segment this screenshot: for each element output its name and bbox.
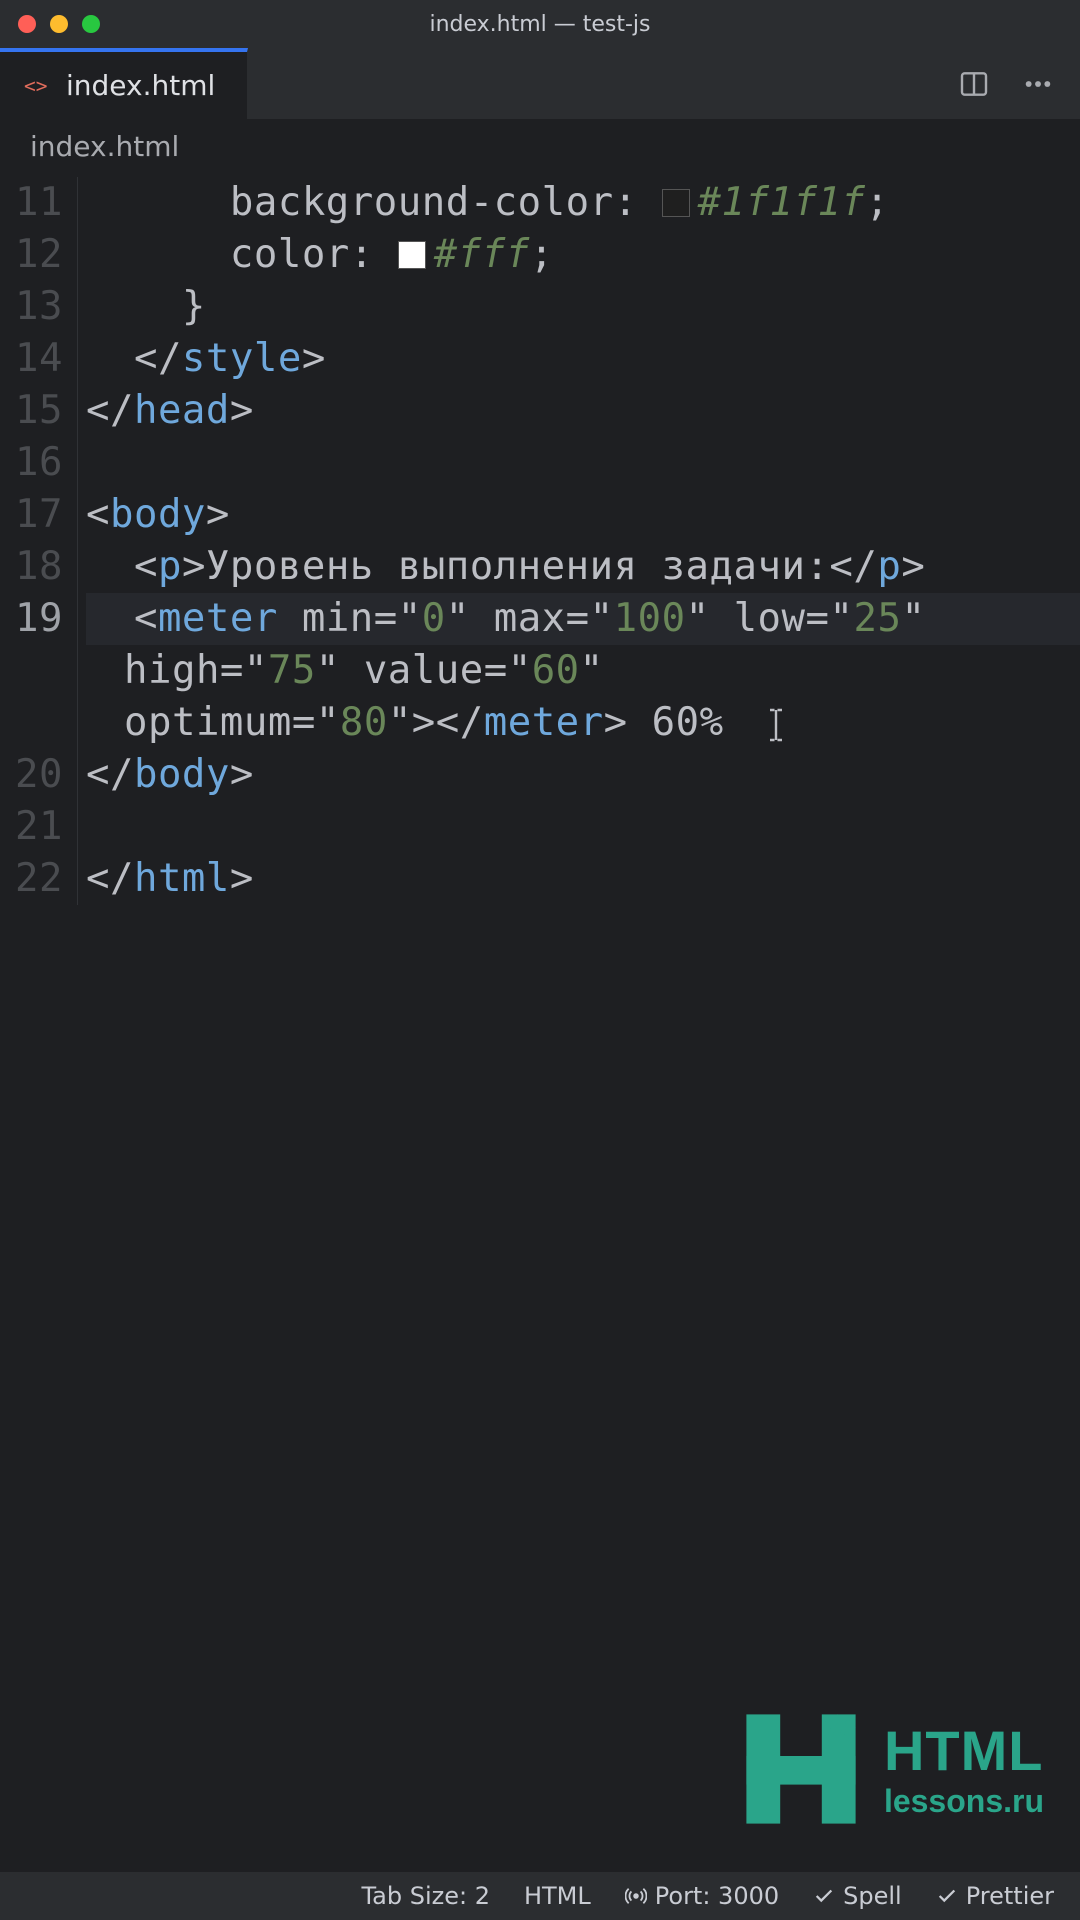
logo-h-icon [736,1704,866,1834]
status-port[interactable]: Port: 3000 [625,1882,779,1910]
status-spell[interactable]: Spell [813,1882,902,1910]
status-tabsize[interactable]: Tab Size: 2 [361,1882,490,1910]
color-swatch-icon [398,241,426,269]
window-titlebar: index.html — test-js [0,0,1080,48]
logo-text-line1: HTML [884,1718,1044,1783]
status-language[interactable]: HTML [524,1882,591,1910]
code-editor[interactable]: 111213141516171819202122 background-colo… [0,177,1080,905]
split-editor-icon[interactable] [956,66,992,102]
check-icon [813,1885,835,1907]
status-bar: Tab Size: 2 HTML Port: 3000 Spell Pretti… [0,1872,1080,1920]
color-swatch-icon [662,189,690,217]
window-title: index.html — test-js [0,12,1080,37]
svg-text:<>: <> [24,74,47,97]
watermark-logo: HTML lessons.ru [736,1704,1044,1834]
broadcast-icon [625,1885,647,1907]
text-cursor-icon [574,653,594,689]
status-prettier[interactable]: Prettier [936,1882,1054,1910]
logo-text-line2: lessons.ru [884,1783,1044,1820]
breadcrumb[interactable]: index.html [0,120,1080,177]
tab-index-html[interactable]: <> index.html [0,48,248,119]
tab-label: index.html [66,69,215,102]
editor-tabbar: <> index.html [0,48,1080,120]
more-actions-icon[interactable] [1020,66,1056,102]
line-number-gutter: 111213141516171819202122 [0,177,78,905]
code-area[interactable]: background-color: #1f1f1f; color: #fff; … [78,177,1080,905]
html-file-icon: <> [24,73,50,99]
check-icon [936,1885,958,1907]
